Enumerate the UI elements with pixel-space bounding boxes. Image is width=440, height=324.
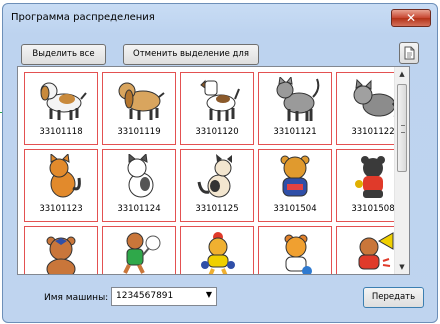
machine-name-label: Имя машины: xyxy=(44,293,109,303)
deselect-all-button[interactable]: Отменить выделение для всех xyxy=(123,44,259,78)
document-button[interactable] xyxy=(399,42,419,64)
design-cell[interactable]: 33101118 xyxy=(24,72,98,145)
machine-name-value: 1234567891 xyxy=(116,291,174,301)
scroll-thumb[interactable] xyxy=(397,84,407,172)
design-code: 33101504 xyxy=(273,204,317,214)
cat-icon xyxy=(127,154,154,198)
design-cell[interactable]: 33101125 xyxy=(180,149,254,222)
design-cell[interactable]: 33101121 xyxy=(258,72,332,145)
select-all-button[interactable]: Выделить все xyxy=(21,44,106,65)
send-button[interactable]: Передать xyxy=(363,287,424,308)
dog-icon xyxy=(118,82,165,120)
design-cell[interactable]: 33101119 xyxy=(102,72,176,145)
design-cell[interactable]: 33101504 xyxy=(258,149,332,222)
bear-icon xyxy=(284,234,312,274)
design-code: 33101125 xyxy=(195,204,239,214)
design-code: 33101118 xyxy=(39,127,83,137)
design-cell[interactable]: 33101120 xyxy=(180,72,254,145)
dog-icon xyxy=(200,79,240,121)
design-cell[interactable]: 33101123 xyxy=(24,149,98,222)
design-cell[interactable] xyxy=(180,226,254,274)
cat-icon xyxy=(197,154,232,198)
chevron-down-icon: ▼ xyxy=(205,290,212,299)
cat-icon xyxy=(353,78,399,118)
scroll-up-arrow-icon[interactable]: ▲ xyxy=(395,67,409,81)
window-title: Программа распределения xyxy=(11,12,155,23)
design-cell[interactable] xyxy=(102,226,176,274)
machine-name-select[interactable]: 1234567891 ▼ xyxy=(111,287,217,306)
bear-icon xyxy=(358,232,394,270)
bear-icon xyxy=(123,232,161,274)
bear-icon xyxy=(201,232,235,274)
bear-icon xyxy=(280,155,310,197)
cat-icon xyxy=(49,154,81,198)
design-code: 33101120 xyxy=(195,127,239,137)
design-code: 33101121 xyxy=(273,127,317,137)
design-code: 33101124 xyxy=(117,204,161,214)
design-cell[interactable] xyxy=(24,226,98,274)
dog-icon xyxy=(40,82,87,120)
design-code: 33101123 xyxy=(39,204,83,214)
design-cell[interactable]: 33101124 xyxy=(102,149,176,222)
scroll-down-arrow-icon[interactable]: ▼ xyxy=(395,260,409,274)
design-cell[interactable] xyxy=(258,226,332,274)
bear-icon xyxy=(355,156,385,198)
document-icon xyxy=(404,46,415,60)
design-code: 33101119 xyxy=(117,127,161,137)
close-button[interactable]: ✕ xyxy=(391,9,431,27)
design-grid: 33101118 33101119 33101120 33101121 3310… xyxy=(17,66,410,275)
vertical-scrollbar[interactable]: ▲ ▼ xyxy=(394,67,409,274)
cat-icon xyxy=(276,77,320,121)
bear-icon xyxy=(46,236,76,274)
title-bar: Программа распределения ✕ xyxy=(3,4,437,34)
